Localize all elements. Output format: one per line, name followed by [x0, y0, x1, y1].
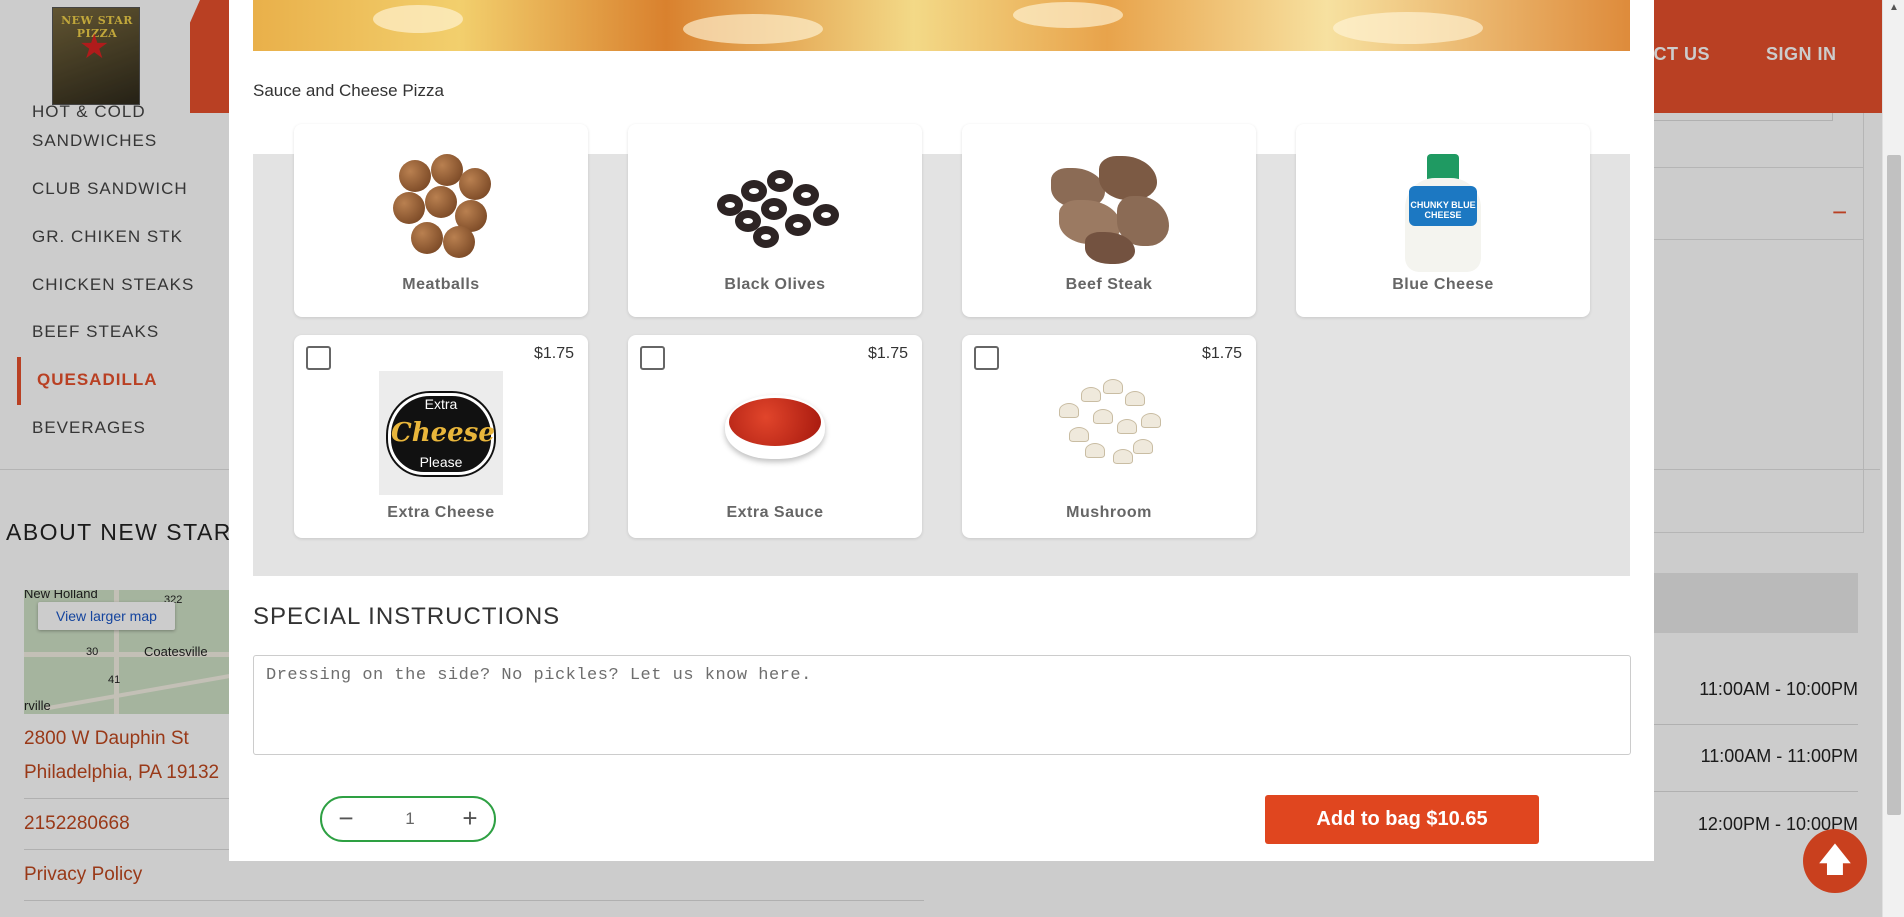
special-instructions-input[interactable] [253, 655, 1631, 755]
cheese-spot [1333, 12, 1483, 44]
special-instructions-title: SPECIAL INSTRUCTIONS [253, 603, 561, 630]
option-card-black-olives[interactable]: Black Olives [628, 124, 922, 317]
option-name: Black Olives [724, 276, 826, 293]
option-name: Blue Cheese [1392, 276, 1494, 293]
option-card-beef-steak[interactable]: Beef Steak [962, 124, 1256, 317]
increase-quantity-button[interactable]: + [450, 801, 490, 837]
option-name: Meatballs [402, 276, 480, 293]
arrow-up-icon: 🡅 [1817, 841, 1853, 879]
quantity-input[interactable] [374, 806, 446, 832]
scroll-up-arrow-icon[interactable]: ▲ [1889, 2, 1899, 13]
cheese-spot [683, 14, 823, 44]
option-price: $1.75 [867, 345, 908, 362]
option-card-meatballs[interactable]: Meatballs [294, 124, 588, 317]
scroll-to-top-button[interactable]: 🡅 [1803, 829, 1867, 893]
scrollbar-thumb[interactable] [1887, 155, 1901, 815]
cheese-spot [1013, 2, 1123, 28]
option-price: $1.75 [1201, 345, 1242, 362]
option-name: Mushroom [1066, 504, 1152, 521]
cheese-image-text: Please [419, 454, 463, 470]
cheese-spot [373, 5, 463, 33]
cheese-image-text: Cheese [391, 418, 495, 448]
option-name: Extra Cheese [387, 504, 495, 521]
option-card-extra-cheese[interactable]: $1.75 Extra Cheese Please Extra Cheese [294, 335, 588, 538]
add-to-bag-button[interactable]: Add to bag $10.65 [1265, 795, 1539, 844]
item-hero-image [253, 0, 1630, 51]
extra-cheese-checkbox[interactable] [306, 346, 331, 370]
item-description: Sauce and Cheese Pizza [253, 81, 444, 100]
mushroom-checkbox[interactable] [974, 346, 999, 370]
option-name: Beef Steak [1065, 276, 1153, 293]
item-modal: Sauce and Cheese Pizza Meatballs Black O… [229, 0, 1654, 861]
cheese-image-text: Extra [424, 396, 458, 412]
option-name: Extra Sauce [726, 504, 824, 521]
quantity-stepper: − + [320, 796, 496, 842]
page-scrollbar[interactable]: ▲ [1882, 0, 1904, 917]
option-card-extra-sauce[interactable]: $1.75 Extra Sauce [628, 335, 922, 538]
extra-sauce-checkbox[interactable] [640, 346, 665, 370]
bottle-label: CHUNKY BLUE CHEESE [1409, 186, 1477, 226]
option-card-mushroom[interactable]: $1.75 Mushroom [962, 335, 1256, 538]
option-card-blue-cheese[interactable]: CHUNKY BLUE CHEESE Blue Cheese [1296, 124, 1590, 317]
options-area: Meatballs Black Olives Beef Steak CHUNKY… [253, 124, 1630, 576]
option-price: $1.75 [533, 345, 574, 362]
decrease-quantity-button[interactable]: − [326, 801, 366, 837]
